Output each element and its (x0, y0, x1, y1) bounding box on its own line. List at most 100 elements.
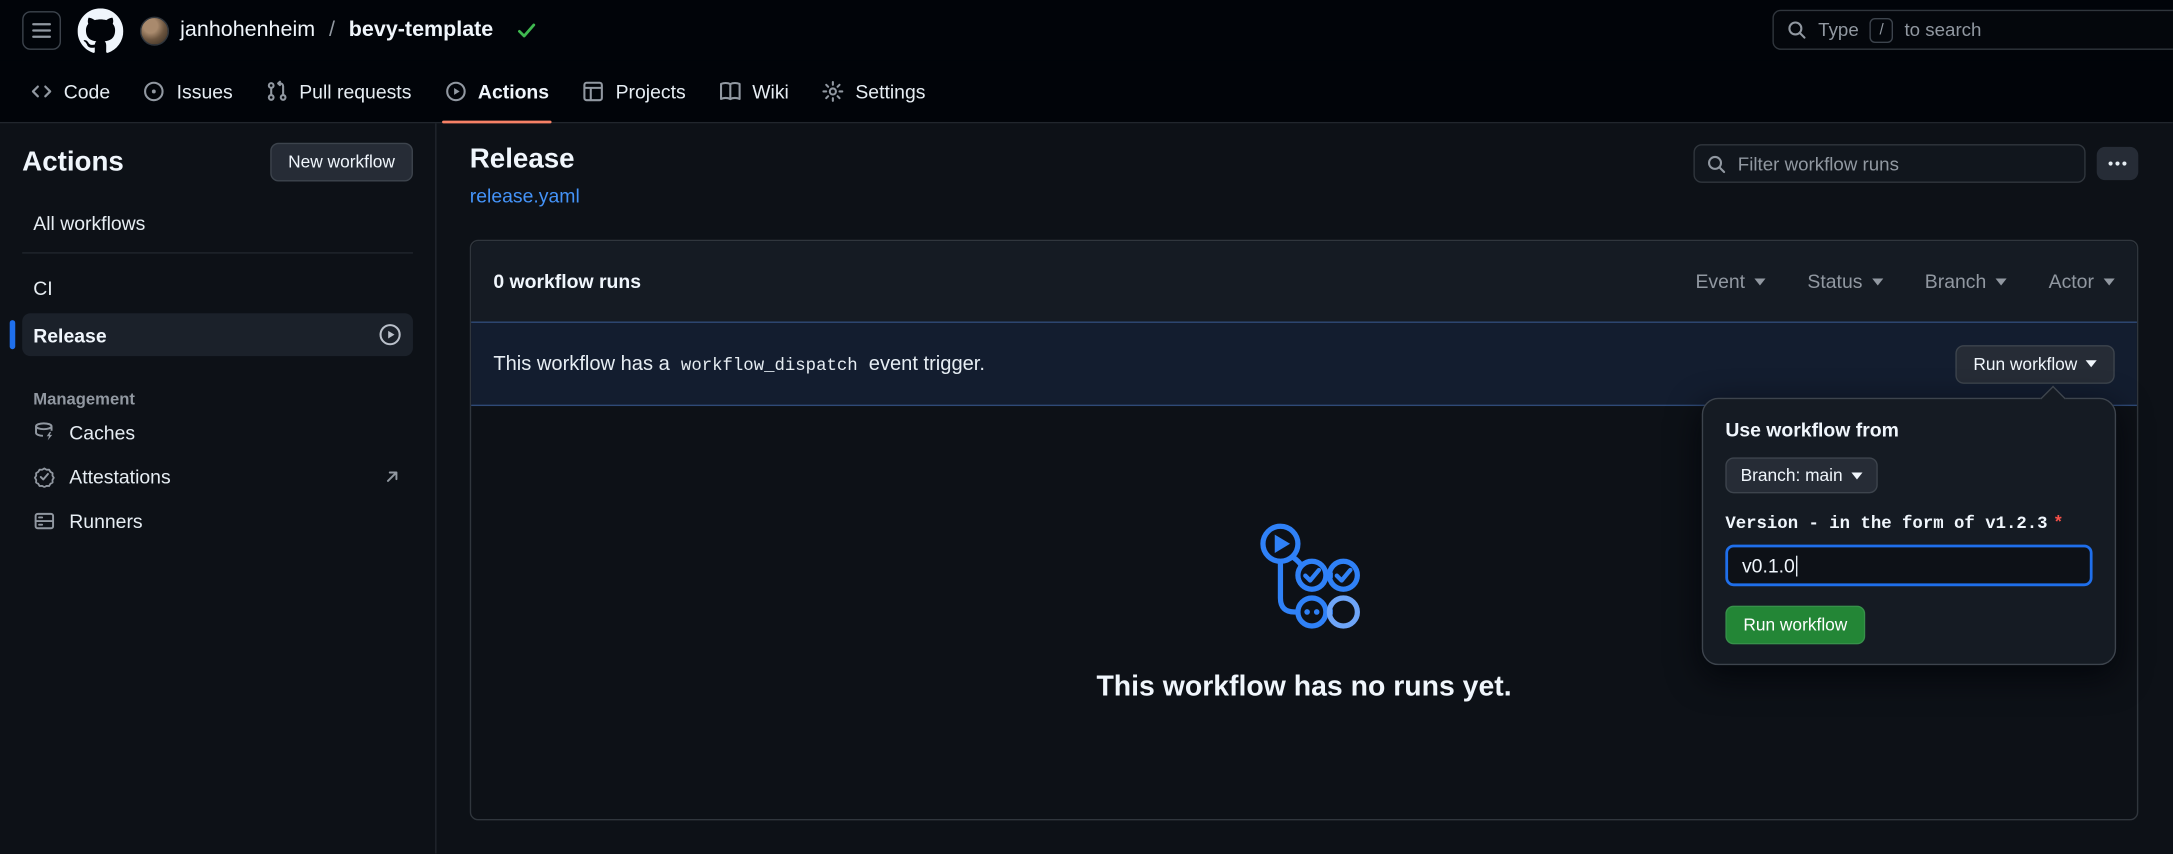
tab-actions[interactable]: Actions (431, 61, 563, 122)
sidebar-item-all-workflows[interactable]: All workflows (22, 206, 413, 239)
pull-requests-icon (266, 80, 288, 102)
hamburger-icon (30, 19, 52, 41)
tab-label: Settings (855, 80, 925, 102)
search-icon (1706, 153, 1727, 174)
sidebar-item-caches[interactable]: Caches (22, 412, 413, 454)
caret-down-icon (1755, 278, 1766, 285)
tab-label: Pull requests (299, 80, 411, 102)
slash-key: / (1870, 17, 1894, 42)
management-section-label: Management (22, 389, 413, 408)
text-cursor (1796, 555, 1797, 576)
actions-sidebar: Actions New workflow All workflows CI Re… (0, 123, 437, 854)
repo-breadcrumb: janhohenheim / bevy-template (140, 16, 538, 45)
wiki-icon (719, 80, 741, 102)
workflow-label: Release (33, 324, 106, 346)
verified-icon (33, 466, 55, 488)
github-actions-page: janhohenheim / bevy-template Type / to s… (0, 0, 2173, 854)
sidebar-item-label: Attestations (69, 466, 170, 488)
required-asterisk: * (2053, 514, 2063, 533)
branch-selector-label: Branch: main (1741, 466, 1843, 485)
banner-text-after: event trigger. (869, 353, 985, 375)
sidebar-item-attestations[interactable]: Attestations (22, 456, 413, 498)
sidebar-divider (22, 252, 413, 253)
runs-list-header: 0 workflow runs Event Status Branch Acto… (471, 241, 2137, 321)
run-workflow-popover: Use workflow from Branch: main Version -… (1702, 398, 2116, 665)
new-workflow-button[interactable]: New workflow (270, 143, 413, 182)
search-placeholder-prefix: Type (1818, 19, 1859, 40)
sidebar-item-label: Caches (69, 421, 135, 443)
issues-icon (143, 80, 165, 102)
caret-down-icon (1996, 278, 2007, 285)
global-search-input[interactable]: Type / to search (1772, 10, 2172, 50)
popover-title: Use workflow from (1725, 419, 2092, 441)
filter-label: Branch (1925, 270, 1986, 292)
banner-text: This workflow has a workflow_dispatch ev… (493, 353, 985, 375)
code-icon (30, 80, 52, 102)
tab-label: Actions (478, 80, 549, 102)
tab-projects[interactable]: Projects (568, 61, 699, 122)
server-icon (33, 510, 55, 532)
tab-label: Wiki (752, 80, 789, 102)
settings-icon (822, 80, 844, 102)
sidebar-item-workflow-release[interactable]: Release (22, 313, 413, 356)
actor-filter-dropdown[interactable]: Actor (2049, 270, 2115, 292)
sidebar-item-workflow-ci[interactable]: CI (22, 266, 413, 309)
version-label-text: Version - in the form of v1.2.3 (1725, 514, 2047, 533)
caret-down-icon (2104, 278, 2115, 285)
tab-label: Issues (177, 80, 233, 102)
database-icon (33, 421, 55, 443)
caret-down-icon (1872, 278, 1883, 285)
event-filter-dropdown[interactable]: Event (1695, 270, 1765, 292)
global-header: janhohenheim / bevy-template Type / to s… (0, 0, 2173, 61)
tab-pull-requests[interactable]: Pull requests (252, 61, 425, 122)
workflow-graph-illustration (1247, 521, 1361, 635)
tab-settings[interactable]: Settings (808, 61, 939, 122)
tab-issues[interactable]: Issues (130, 61, 247, 122)
version-input-value: v0.1.0 (1742, 554, 1795, 576)
workflow-dispatch-play-icon (378, 323, 402, 347)
search-placeholder-suffix: to search (1904, 19, 1981, 40)
workflow-dispatch-banner: This workflow has a workflow_dispatch ev… (471, 322, 2137, 407)
tab-wiki[interactable]: Wiki (705, 61, 803, 122)
projects-icon (582, 80, 604, 102)
run-workflow-label: Run workflow (1973, 354, 2077, 373)
branch-selector-button[interactable]: Branch: main (1725, 457, 1877, 493)
banner-text-before: This workflow has a (493, 353, 669, 375)
filter-label: Event (1695, 270, 1745, 292)
tab-label: Code (64, 80, 110, 102)
banner-event-code: workflow_dispatch (675, 355, 863, 374)
tab-label: Projects (616, 80, 686, 102)
branch-filter-dropdown[interactable]: Branch (1925, 270, 2007, 292)
filter-label: Status (1807, 270, 1862, 292)
run-workflow-dropdown-button[interactable]: Run workflow (1955, 344, 2114, 383)
filter-label: Actor (2049, 270, 2094, 292)
arrow-up-right-icon (382, 467, 401, 486)
repo-link[interactable]: bevy-template (349, 18, 493, 43)
owner-link[interactable]: janhohenheim (180, 18, 315, 43)
breadcrumb-separator: / (329, 18, 335, 43)
search-icon (1786, 19, 1807, 40)
actions-icon (445, 80, 467, 102)
empty-state-message: This workflow has no runs yet. (1096, 671, 1511, 704)
hamburger-menu-button[interactable] (22, 11, 61, 50)
filter-workflow-runs-input[interactable] (1693, 144, 2085, 183)
tab-code[interactable]: Code (17, 61, 124, 122)
github-logo[interactable] (78, 8, 124, 54)
caret-down-icon (2086, 360, 2097, 367)
repo-nav: Code Issues Pull requests Actions Projec… (0, 61, 2173, 123)
caret-down-icon (1851, 472, 1862, 479)
sidebar-item-label: Runners (69, 510, 142, 532)
workflow-file-link[interactable]: release.yaml (470, 184, 580, 206)
version-input-label: Version - in the form of v1.2.3 * (1725, 514, 2092, 533)
owner-avatar[interactable] (140, 16, 169, 45)
status-filter-dropdown[interactable]: Status (1807, 270, 1883, 292)
workflow-label: CI (33, 276, 52, 298)
sidebar-item-runners[interactable]: Runners (22, 500, 413, 542)
sidebar-title: Actions (22, 146, 124, 178)
version-input[interactable]: v0.1.0 (1725, 545, 2092, 587)
kebab-icon (2106, 152, 2128, 174)
status-check-icon[interactable] (515, 19, 537, 41)
run-workflow-submit-button[interactable]: Run workflow (1725, 606, 1865, 645)
runs-count: 0 workflow runs (493, 270, 641, 292)
workflow-options-button[interactable] (2097, 147, 2139, 180)
